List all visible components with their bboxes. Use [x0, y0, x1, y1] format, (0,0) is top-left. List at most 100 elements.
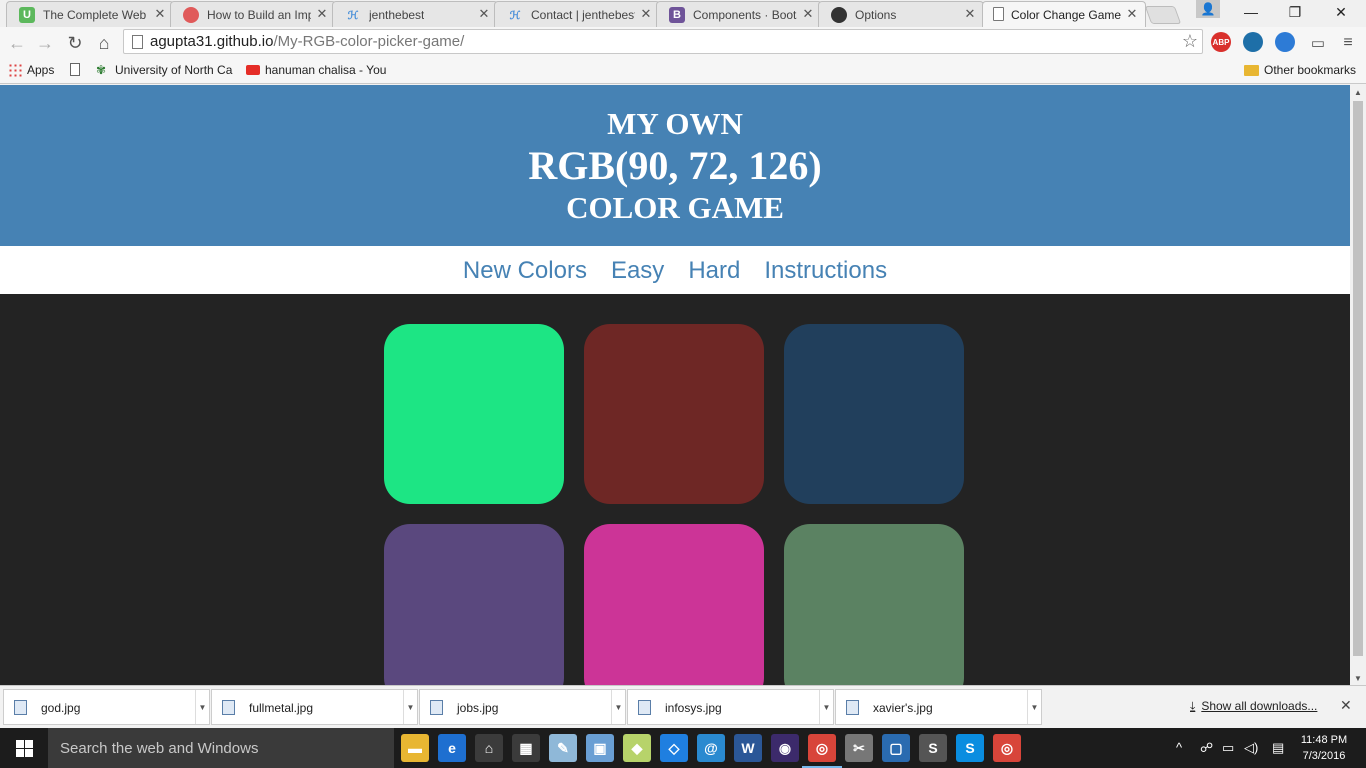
- page-scrollbar[interactable]: ▲ ▼: [1350, 85, 1366, 685]
- download-item[interactable]: xavier's.jpg ▼: [835, 689, 1042, 725]
- menu-icon[interactable]: ≡: [1336, 31, 1360, 55]
- folder-green-taskbar-icon[interactable]: ◆: [623, 734, 651, 762]
- close-icon[interactable]: ✕: [639, 7, 653, 21]
- sublime-taskbar-icon[interactable]: S: [919, 734, 947, 762]
- back-arrow-icon[interactable]: ←: [5, 31, 29, 55]
- download-filename: fullmetal.jpg: [249, 701, 314, 715]
- close-icon[interactable]: ✕: [1340, 697, 1352, 714]
- action-center-icon[interactable]: ▤: [1272, 740, 1284, 756]
- tab-title: How to Build an Imp: [207, 7, 311, 22]
- new-colors-button[interactable]: New Colors: [463, 257, 587, 285]
- close-window-button[interactable]: ✕: [1318, 0, 1364, 24]
- chevron-down-icon[interactable]: ▼: [611, 690, 625, 724]
- chevron-down-icon[interactable]: ▼: [195, 690, 209, 724]
- chevron-down-icon[interactable]: ▼: [1027, 690, 1041, 724]
- volume-icon[interactable]: ◁): [1244, 740, 1258, 756]
- github-icon: [831, 7, 847, 23]
- tab-title: Components · Boots: [693, 7, 797, 22]
- tab-udemy[interactable]: U The Complete Web D ✕: [6, 1, 174, 27]
- tab-bootstrap-components[interactable]: B Components · Boots ✕: [656, 1, 822, 27]
- target-color-display: RGB(90, 72, 126): [528, 143, 822, 188]
- color-square[interactable]: [384, 524, 564, 685]
- edge-taskbar-icon[interactable]: e: [438, 734, 466, 762]
- page-info-icon[interactable]: [132, 35, 143, 49]
- close-icon[interactable]: ✕: [801, 7, 815, 21]
- skype-taskbar-icon[interactable]: S: [956, 734, 984, 762]
- notepad-plus-taskbar-icon[interactable]: ✎: [549, 734, 577, 762]
- tab-color-change-game[interactable]: Color Change Game ✕: [982, 1, 1146, 27]
- download-item[interactable]: infosys.jpg ▼: [627, 689, 834, 725]
- chrome-2-taskbar-icon[interactable]: ◎: [993, 734, 1021, 762]
- file-explorer-taskbar-icon[interactable]: ▬: [401, 734, 429, 762]
- color-square[interactable]: [784, 324, 964, 504]
- extension-globe-icon[interactable]: [1275, 32, 1295, 52]
- close-icon[interactable]: ✕: [1125, 7, 1139, 21]
- url-path: /My-RGB-color-picker-game/: [273, 33, 465, 50]
- color-square[interactable]: [784, 524, 964, 685]
- other-bookmarks[interactable]: Other bookmarks: [1244, 63, 1356, 77]
- color-square[interactable]: [584, 524, 764, 685]
- tab-how-to-build[interactable]: How to Build an Imp ✕: [170, 1, 336, 27]
- close-icon[interactable]: ✕: [963, 7, 977, 21]
- bookmark-blank-page[interactable]: [70, 63, 80, 76]
- taskbar-clock[interactable]: 11:48 PM 7/3/2016: [1296, 732, 1352, 764]
- scroll-up-arrow-icon[interactable]: ▲: [1350, 85, 1366, 99]
- tab-title: The Complete Web D: [43, 7, 149, 22]
- easy-mode-button[interactable]: Easy: [611, 257, 664, 285]
- close-icon[interactable]: ✕: [153, 7, 167, 21]
- tab-jenthebest[interactable]: ℋ jenthebest ✕: [332, 1, 498, 27]
- battery-icon[interactable]: ▭: [1222, 740, 1234, 756]
- scrollbar-thumb[interactable]: [1353, 101, 1363, 656]
- bookmark-hanuman-chalisa[interactable]: hanuman chalisa - You: [246, 63, 386, 77]
- minimize-button[interactable]: —: [1228, 0, 1274, 24]
- close-icon[interactable]: ✕: [477, 7, 491, 21]
- apps-grid-icon: [8, 63, 22, 77]
- download-filename: infosys.jpg: [665, 701, 722, 715]
- tab-contact-jenthebest[interactable]: ℋ Contact | jenthebest ✕: [494, 1, 660, 27]
- show-all-downloads-link[interactable]: ⤓ Show all downloads...: [1190, 699, 1317, 714]
- cast-icon[interactable]: ▭: [1306, 31, 1330, 55]
- calculator-taskbar-icon[interactable]: ▦: [512, 734, 540, 762]
- bookmark-star-icon[interactable]: ☆: [1182, 31, 1198, 52]
- instructions-button[interactable]: Instructions: [764, 257, 887, 285]
- word-taskbar-icon[interactable]: W: [734, 734, 762, 762]
- game-menu: New Colors Easy Hard Instructions: [463, 257, 887, 285]
- bookmark-apps[interactable]: Apps: [8, 63, 54, 77]
- brackets-taskbar-icon[interactable]: ▢: [882, 734, 910, 762]
- onedrive-note-taskbar-icon[interactable]: @: [697, 734, 725, 762]
- sticky-taskbar-icon[interactable]: ▣: [586, 734, 614, 762]
- chrome-taskbar-icon[interactable]: ◎: [802, 734, 842, 768]
- chevron-down-icon[interactable]: ▼: [819, 690, 833, 724]
- home-icon[interactable]: ⌂: [92, 31, 116, 55]
- profile-icon[interactable]: 👤: [1196, 0, 1220, 18]
- address-bar[interactable]: agupta31.github.io/My-RGB-color-picker-g…: [123, 29, 1203, 54]
- show-hidden-icons-chevron-icon[interactable]: ^: [1176, 740, 1182, 755]
- download-item[interactable]: fullmetal.jpg ▼: [211, 689, 418, 725]
- store-taskbar-icon[interactable]: ⌂: [475, 734, 503, 762]
- taskbar-search-box[interactable]: Search the web and Windows: [48, 728, 394, 768]
- forward-arrow-icon[interactable]: →: [33, 31, 57, 55]
- snipping-taskbar-icon[interactable]: ✂: [845, 734, 873, 762]
- maximize-button[interactable]: ❐: [1272, 0, 1318, 24]
- title-bottom: COLOR GAME: [566, 190, 784, 225]
- close-icon[interactable]: ✕: [315, 7, 329, 21]
- tab-options[interactable]: Options ✕: [818, 1, 984, 27]
- hard-mode-button[interactable]: Hard: [688, 257, 740, 285]
- url-host: agupta31.github.io: [150, 33, 274, 50]
- extension-eye-icon[interactable]: [1243, 32, 1263, 52]
- windows-start-button[interactable]: [0, 728, 48, 768]
- download-item[interactable]: god.jpg ▼: [3, 689, 210, 725]
- eclipse-taskbar-icon[interactable]: ◉: [771, 734, 799, 762]
- bookmarks-bar: Apps ✾ University of North Ca hanuman ch…: [0, 58, 1366, 84]
- bookmark-university[interactable]: ✾ University of North Ca: [96, 63, 232, 77]
- chevron-down-icon[interactable]: ▼: [403, 690, 417, 724]
- color-square[interactable]: [584, 324, 764, 504]
- adblock-plus-icon[interactable]: ABP: [1211, 32, 1231, 52]
- network-icon[interactable]: ☍: [1200, 740, 1213, 756]
- dropbox-taskbar-icon[interactable]: ◇: [660, 734, 688, 762]
- download-item[interactable]: jobs.jpg ▼: [419, 689, 626, 725]
- new-tab-button[interactable]: [1144, 6, 1182, 24]
- color-square[interactable]: [384, 324, 564, 504]
- scroll-down-arrow-icon[interactable]: ▼: [1350, 671, 1366, 685]
- reload-icon[interactable]: ↻: [63, 31, 87, 55]
